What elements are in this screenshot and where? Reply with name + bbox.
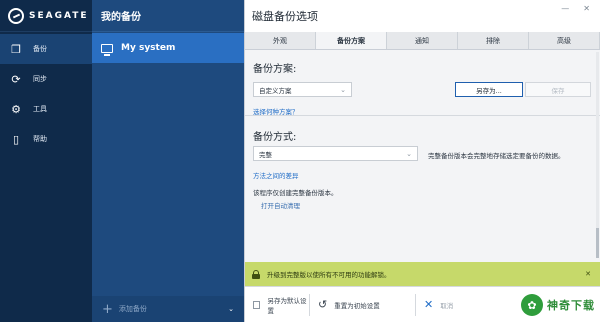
computer-icon bbox=[101, 43, 113, 56]
save-as-button[interactable]: 另存为... bbox=[455, 82, 523, 97]
close-icon[interactable]: ✕ bbox=[583, 4, 590, 13]
sidebar-item-help[interactable]: ▯ 帮助 bbox=[0, 124, 92, 154]
cancel-label: 取消 bbox=[440, 301, 454, 310]
watermark: ✿ 神奇下载 bbox=[521, 294, 595, 316]
close-icon: ✕ bbox=[424, 298, 434, 311]
tools-icon: ⚙ bbox=[11, 102, 21, 116]
upgrade-banner: 升级到完整版以使所有不可用的功能解锁。 ✕ bbox=[245, 262, 600, 286]
method-dropdown[interactable]: 完整 ⌄ bbox=[253, 146, 418, 161]
tab-exclusions[interactable]: 排除 bbox=[458, 32, 529, 49]
method-selected: 完整 bbox=[259, 150, 272, 159]
choose-scheme-link[interactable]: 选择何种方案？ bbox=[253, 106, 299, 116]
backup-method-section: 备份方式: 完整 ⌄ 完整备份版本会完整地存储选定要备份的数据。 方法之间的差异… bbox=[245, 116, 600, 216]
main-sidebar: SEAGATE ❐ 备份 ⟳ 同步 ⚙ 工具 ▯ 帮助 bbox=[0, 0, 92, 322]
sidebar-item-sync[interactable]: ⟳ 同步 bbox=[0, 64, 92, 94]
backup-list-panel: 我的备份 My system + 添加备份 ⌄ bbox=[92, 0, 244, 322]
tab-appearance[interactable]: 外观 bbox=[245, 32, 316, 49]
method-note: 该程序仅创建完整备份版本。 bbox=[253, 189, 338, 197]
options-scrollbar[interactable] bbox=[596, 52, 599, 257]
reset-button[interactable]: ↺ 重置为初始设置 bbox=[310, 287, 415, 322]
backup-item-my-system[interactable]: My system bbox=[92, 33, 244, 63]
dialog-title-bar: 磁盘备份选项 — ✕ bbox=[245, 0, 600, 32]
cancel-button[interactable]: ✕ 取消 bbox=[416, 287, 453, 322]
options-tabs: 外观 备份方案 通知 排除 高级 bbox=[245, 32, 600, 50]
copy-icon: ❐ bbox=[11, 42, 21, 56]
method-description: 完整备份版本会完整地存储选定要备份的数据。 bbox=[428, 152, 565, 160]
tab-notifications[interactable]: 通知 bbox=[387, 32, 458, 49]
dialog-title: 磁盘备份选项 bbox=[252, 10, 318, 23]
checkbox[interactable] bbox=[253, 300, 261, 309]
chevron-down-icon: ⌄ bbox=[406, 149, 412, 158]
upgrade-text: 升级到完整版以使所有不可用的功能解锁。 bbox=[267, 271, 391, 279]
close-icon[interactable]: ✕ bbox=[585, 270, 591, 278]
minimize-icon[interactable]: — bbox=[561, 4, 569, 13]
plus-icon: + bbox=[102, 301, 113, 317]
sidebar-item-label: 帮助 bbox=[33, 135, 47, 143]
watermark-text: 神奇下载 bbox=[547, 299, 595, 312]
scheme-dropdown[interactable]: 自定义方案 ⌄ bbox=[253, 82, 352, 97]
save-default-label: 另存为默认设置 bbox=[267, 296, 307, 315]
add-backup-button[interactable]: + 添加备份 ⌄ bbox=[92, 296, 244, 322]
scheme-title: 备份方案: bbox=[253, 64, 297, 75]
save-button[interactable]: 保存 bbox=[525, 82, 591, 97]
method-difference-link[interactable]: 方法之间的差异 bbox=[253, 170, 299, 180]
brand: SEAGATE bbox=[0, 0, 92, 32]
sidebar-item-backup[interactable]: ❐ 备份 bbox=[0, 34, 92, 64]
tab-advanced[interactable]: 高级 bbox=[529, 32, 600, 49]
tab-backup-scheme[interactable]: 备份方案 bbox=[316, 32, 387, 49]
add-backup-label: 添加备份 bbox=[118, 305, 147, 313]
sidebar-item-label: 工具 bbox=[33, 105, 47, 113]
book-icon: ▯ bbox=[12, 132, 20, 146]
chevron-down-icon: ⌄ bbox=[340, 85, 346, 94]
scheme-selected: 自定义方案 bbox=[259, 86, 292, 95]
chevron-down-icon[interactable]: ⌄ bbox=[228, 305, 234, 313]
sidebar-item-tools[interactable]: ⚙ 工具 bbox=[0, 94, 92, 124]
sidebar-item-label: 同步 bbox=[33, 75, 47, 83]
leaf-badge-icon: ✿ bbox=[521, 294, 543, 316]
lock-icon bbox=[252, 269, 260, 279]
dialog-footer: 另存为默认设置 ↺ 重置为初始设置 ✕ 取消 ✿ 神奇下载 bbox=[245, 286, 600, 322]
reset-icon: ↺ bbox=[318, 298, 328, 311]
sync-icon: ⟳ bbox=[11, 72, 21, 86]
scrollbar-thumb[interactable] bbox=[596, 228, 599, 258]
backup-scheme-section: 备份方案: 自定义方案 ⌄ 另存为... 保存 选择何种方案？ bbox=[245, 50, 600, 116]
auto-cleanup-link[interactable]: 打开自动清理 bbox=[261, 200, 300, 210]
sidebar-item-label: 备份 bbox=[33, 45, 47, 53]
backup-list-title: 我的备份 bbox=[92, 0, 244, 32]
method-title: 备份方式: bbox=[253, 132, 297, 143]
backup-item-label: My system bbox=[121, 43, 176, 53]
save-default-checkbox[interactable]: 另存为默认设置 bbox=[245, 287, 309, 322]
reset-label: 重置为初始设置 bbox=[334, 301, 380, 310]
disk-backup-options-dialog: 磁盘备份选项 — ✕ 外观 备份方案 通知 排除 高级 备份方案: 自定义方案 … bbox=[244, 0, 600, 322]
brand-name: SEAGATE bbox=[29, 10, 89, 21]
seagate-logo-icon bbox=[8, 7, 24, 24]
